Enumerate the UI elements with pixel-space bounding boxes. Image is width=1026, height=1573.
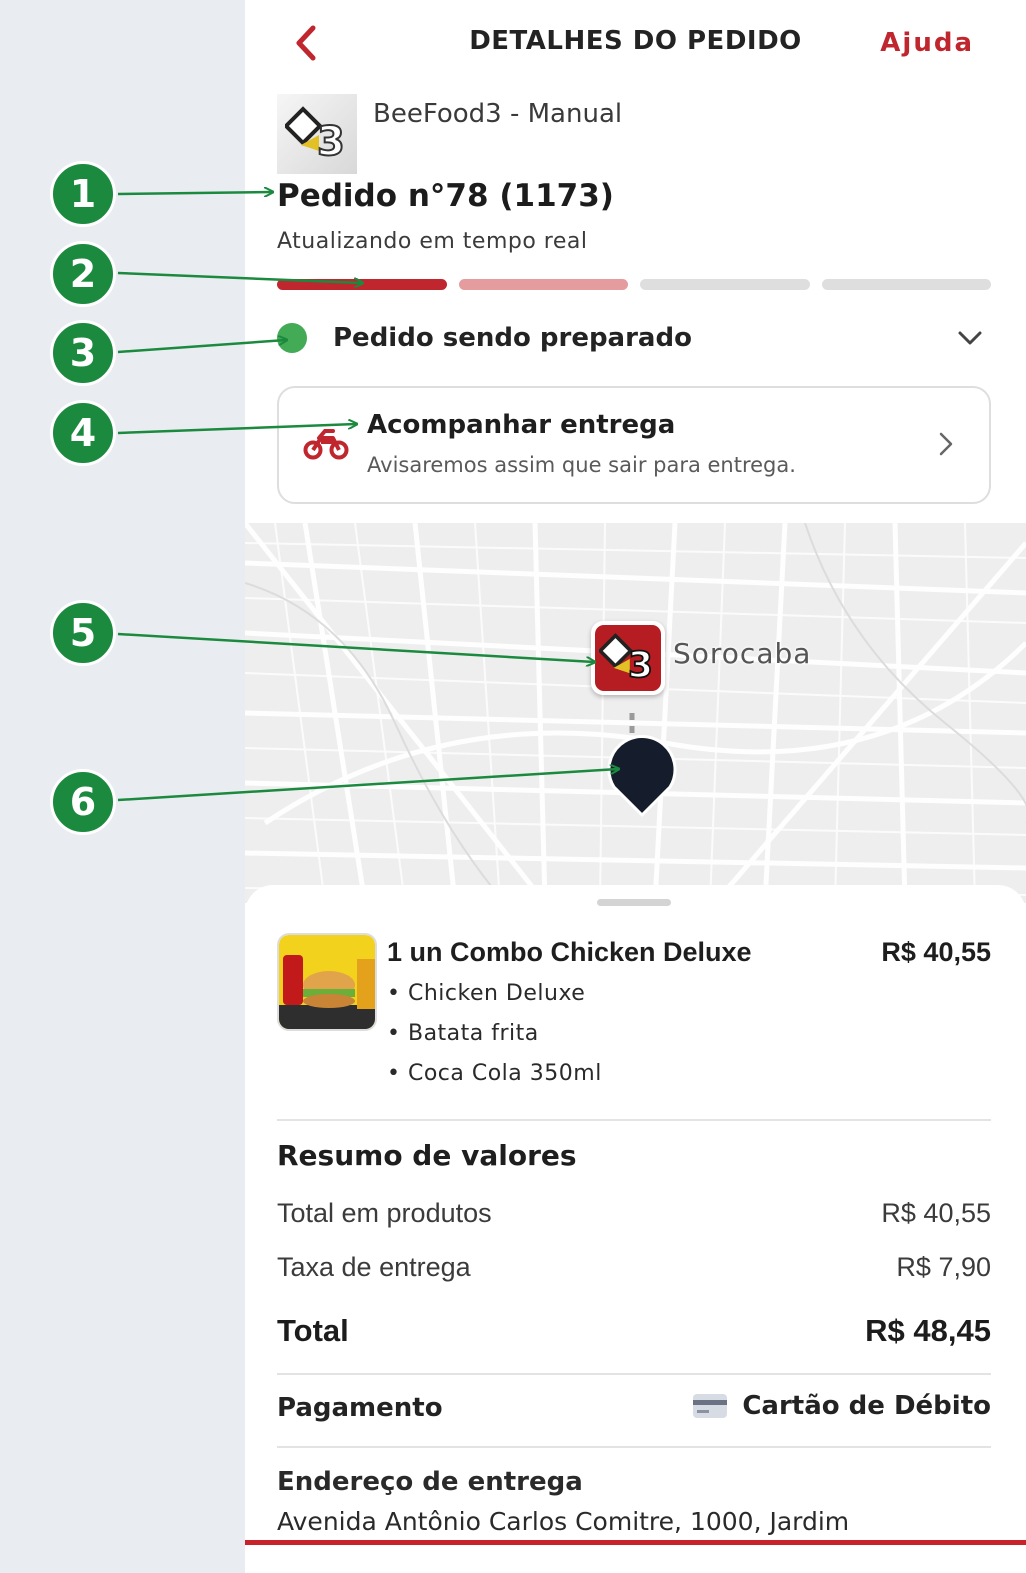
chevron-right-icon [939,432,953,456]
order-number: Pedido n°78 (1173) [277,178,614,214]
map-streets [245,523,1026,903]
callout-4: 4 [50,400,116,466]
credit-card-icon [693,1394,728,1418]
divider [277,1446,991,1448]
chevron-down-icon [958,331,982,345]
order-summary-sheet: 1 un Combo Chicken Deluxe R$ 40,55 • Chi… [245,885,1026,1573]
delivery-map[interactable]: 3 Sorocaba [245,523,1026,903]
divider [277,1373,991,1375]
order-status: Pedido sendo preparado [333,323,692,353]
order-update-note: Atualizando em tempo real [277,229,588,254]
order-status-toggle[interactable]: Pedido sendo preparado [277,316,991,360]
item-addon: • Batata frita [387,1021,539,1046]
callout-2: 2 [50,241,116,307]
track-delivery-note: Avisaremos assim que sair para entrega. [367,453,796,477]
svg-text:3: 3 [628,645,653,684]
store-info: 3 BeeFood3 - Manual [277,94,622,174]
order-details-screen: DETALHES DO PEDIDO Ajuda 3 BeeFood3 - Ma… [245,0,1026,1573]
help-link[interactable]: Ajuda [880,28,974,58]
status-dot-icon [277,323,307,353]
track-delivery-title: Acompanhar entrega [367,410,676,440]
products-total-label: Total em produtos [277,1198,492,1228]
callout-6: 6 [50,769,116,835]
total-label: Total [277,1313,349,1348]
item-addon: • Chicken Deluxe [387,981,586,1006]
summary-title: Resumo de valores [277,1139,577,1172]
store-location-pin[interactable]: 3 [591,621,665,695]
payment-method-text: Cartão de Débito [742,1391,991,1421]
store-logo: 3 [277,94,357,174]
callout-3: 3 [50,320,116,386]
delivery-fee-label: Taxa de entrega [277,1252,471,1282]
order-progress-bar [277,279,991,290]
item-name: 1 un Combo Chicken Deluxe [387,937,752,967]
destination-pin-icon[interactable] [607,735,677,819]
callout-1: 1 [50,161,116,227]
track-delivery-card[interactable]: Acompanhar entrega Avisaremos assim que … [277,386,991,504]
address-text: Avenida Antônio Carlos Comitre, 1000, Ja… [277,1507,850,1536]
progress-step [277,279,447,290]
payment-label: Pagamento [277,1393,443,1423]
item-image [277,933,377,1031]
store-name: BeeFood3 - Manual [373,99,623,129]
delivery-fee-value: R$ 7,90 [896,1252,991,1282]
payment-method: Cartão de Débito [692,1391,991,1421]
sheet-drag-handle[interactable] [597,899,671,906]
progress-step [458,279,628,290]
app-header: DETALHES DO PEDIDO Ajuda [245,0,1026,86]
total-value: R$ 48,45 [865,1313,991,1348]
progress-step [821,279,991,290]
item-addon: • Coca Cola 350ml [387,1061,602,1086]
svg-text:3: 3 [317,119,345,163]
item-price: R$ 40,55 [881,937,991,967]
progress-step [640,279,810,290]
address-label: Endereço de entrega [277,1467,583,1497]
bottom-accent-bar [245,1540,1026,1545]
products-total-value: R$ 40,55 [881,1198,991,1228]
motorcycle-icon [303,429,349,460]
map-city-label: Sorocaba [673,637,812,670]
divider [277,1119,991,1121]
callout-5: 5 [50,600,116,666]
